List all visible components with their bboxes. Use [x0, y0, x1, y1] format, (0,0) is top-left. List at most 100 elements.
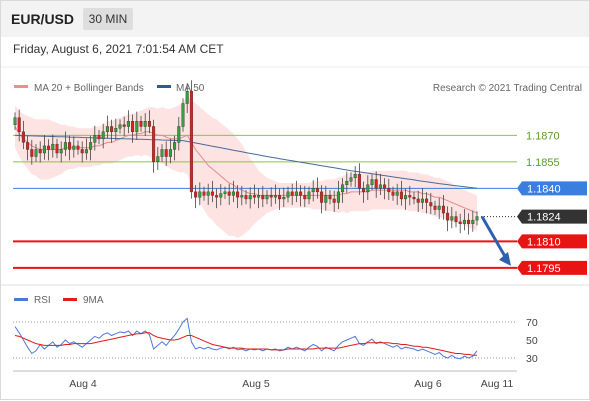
candle-body	[412, 196, 416, 200]
candle-body	[252, 195, 256, 198]
chart-svg: MA 20 + Bollinger Bands MA 50 Research ©…	[1, 66, 589, 390]
candle-body	[156, 156, 160, 163]
rsi-ma-line	[14, 332, 477, 356]
candle-body	[387, 188, 391, 193]
candle-body	[458, 221, 462, 224]
candle-body	[231, 191, 235, 196]
candle-body	[210, 191, 214, 196]
candle-body	[223, 191, 227, 194]
candle-body	[72, 145, 76, 150]
candle-body	[114, 128, 118, 133]
candle-body	[416, 198, 420, 203]
candle-body	[366, 184, 370, 193]
candle-body	[336, 191, 340, 203]
bollinger-band-area	[15, 96, 477, 238]
candle-body	[59, 149, 63, 154]
candle-body	[97, 135, 101, 140]
candle-body	[26, 142, 30, 150]
candle-body	[282, 196, 286, 200]
candle-body	[404, 195, 408, 200]
level-label-1.1810: 1.1810	[527, 236, 561, 248]
candle-body	[139, 120, 143, 127]
rsi-tick-30: 30	[526, 353, 538, 365]
candle-body	[328, 195, 332, 200]
candle-body	[135, 120, 139, 132]
rsi-tick-70: 70	[526, 317, 538, 329]
candle-body	[84, 149, 88, 154]
candle-body	[89, 142, 93, 150]
candle-body	[42, 145, 46, 154]
candle-body	[236, 191, 240, 198]
candle-body	[345, 181, 349, 185]
candle-body	[219, 193, 223, 198]
candle-body	[51, 143, 55, 150]
candle-body	[185, 90, 189, 104]
candle-body	[467, 219, 471, 224]
candle-body	[164, 149, 168, 157]
level-label-1.1824: 1.1824	[527, 212, 561, 224]
x-tick-aug4: Aug 4	[69, 378, 97, 390]
candle-body	[143, 120, 147, 127]
candle-body	[320, 191, 324, 203]
x-tick-aug5: Aug 5	[242, 378, 270, 390]
legend-swatch-ma50	[157, 85, 171, 88]
candle-body	[17, 117, 21, 132]
candle-body	[110, 126, 114, 132]
candle-body	[475, 216, 479, 221]
candle-body	[168, 149, 172, 157]
candle-body	[290, 191, 294, 196]
legend-label-ma20: MA 20 + Bollinger Bands	[34, 83, 144, 94]
candle-body	[294, 191, 298, 196]
candle-body	[425, 198, 429, 203]
candle-body	[173, 142, 177, 150]
candle-body	[198, 191, 202, 198]
candle-body	[63, 142, 67, 150]
candle-body	[244, 195, 248, 200]
candle-body	[30, 149, 34, 157]
level-label-1.1795: 1.1795	[527, 263, 561, 275]
level-label-1.1840: 1.1840	[527, 183, 561, 195]
candle-body	[105, 126, 109, 132]
candle-body	[441, 205, 445, 214]
candle-body	[181, 103, 185, 127]
candle-body	[362, 188, 366, 193]
candle-body	[374, 179, 378, 189]
candle-body	[240, 195, 244, 198]
candle-body	[265, 195, 269, 200]
price-level-labels: 1.1870 1.1855 1.1840 1.1824 1.1810 1.1795	[517, 130, 587, 275]
candle-body	[446, 212, 450, 221]
candle-body	[68, 142, 72, 150]
chart-frame: EUR/USD 30 MIN Friday, August 6, 2021 7:…	[0, 0, 590, 400]
candle-body	[471, 219, 475, 224]
rsi-panel: 70 50 30	[13, 317, 538, 365]
candle-body	[147, 120, 151, 127]
candle-body	[391, 191, 395, 196]
candle-body	[55, 143, 59, 154]
legend-swatch-rsi-ma	[63, 298, 77, 301]
candle-body	[131, 120, 135, 132]
rsi-line	[14, 317, 478, 360]
candle-body	[437, 205, 441, 210]
candle-body	[248, 195, 252, 200]
candle-body	[93, 135, 97, 143]
candle-body	[76, 145, 80, 150]
candle-body	[450, 216, 454, 221]
level-label-1.1870: 1.1870	[526, 130, 560, 142]
candle-body	[278, 195, 282, 200]
candle-body	[408, 195, 412, 198]
candle-body	[80, 149, 84, 154]
candle-body	[118, 124, 122, 129]
candle-body	[420, 198, 424, 203]
candle-body	[286, 191, 290, 198]
candle-body	[189, 90, 193, 193]
candle-body	[303, 195, 307, 200]
candle-body	[299, 191, 303, 196]
x-tick-aug11: Aug 11	[481, 378, 514, 390]
candle-body	[273, 195, 277, 198]
candle-body	[307, 191, 311, 200]
candle-body	[429, 202, 433, 207]
research-credit: Research © 2021 Trading Central	[433, 83, 582, 94]
candle-body	[315, 188, 319, 193]
candle-body	[324, 195, 328, 203]
candle-body	[177, 126, 181, 143]
